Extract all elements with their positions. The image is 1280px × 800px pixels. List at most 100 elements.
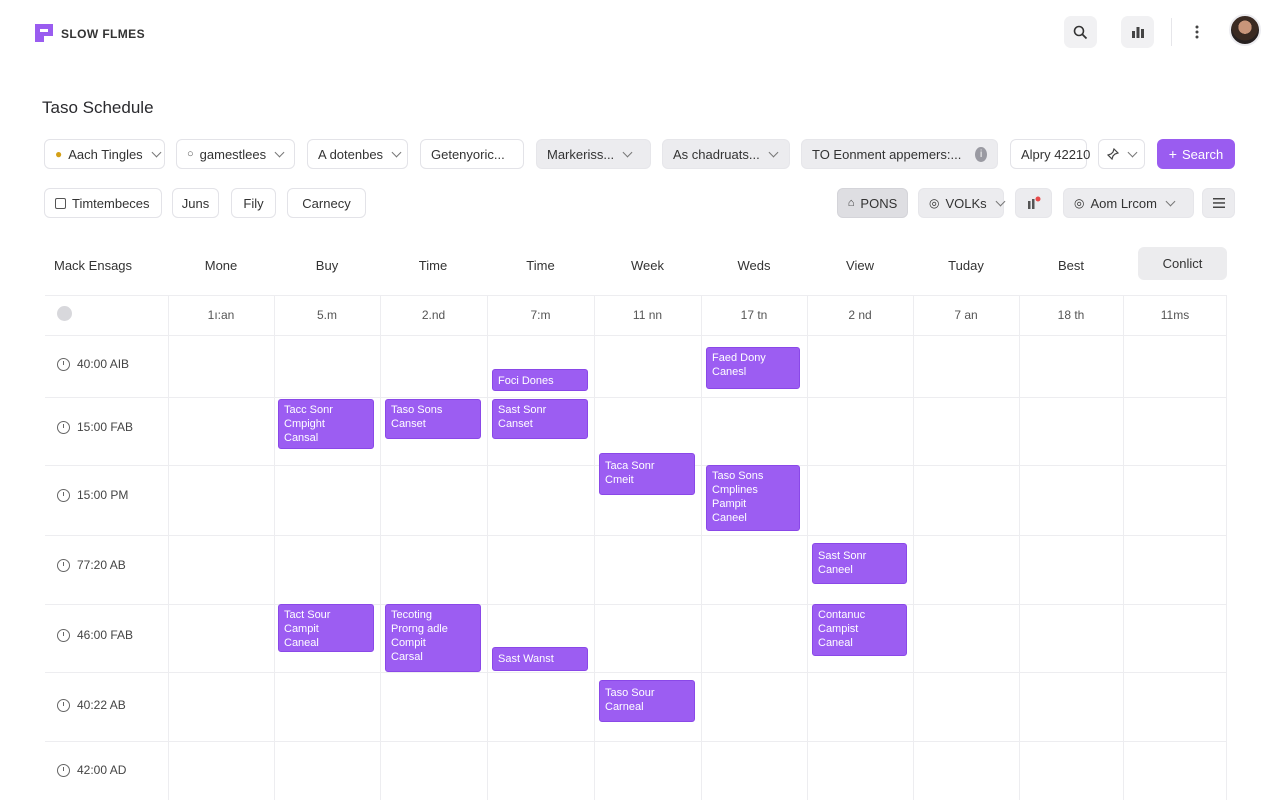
grid-subheader: 2.nd — [421, 308, 446, 322]
chip-fily-label: Fily — [243, 195, 264, 211]
chip-carnecy[interactable]: Carnecy — [287, 188, 366, 218]
event-block[interactable]: Taso Sour Carneal — [599, 680, 695, 722]
grid-subheader: 5.m — [316, 308, 337, 322]
chevron-down-icon — [1165, 196, 1176, 207]
time-slot-label: 15:00 FAB — [57, 420, 133, 434]
chevron-down-icon — [995, 196, 1006, 207]
event-block[interactable]: Tact Sour Campit Caneal — [278, 604, 374, 652]
filter-games-dropdown[interactable]: ○ gamestlees — [176, 139, 295, 169]
event-block[interactable]: Taso Sons Canset — [385, 399, 481, 439]
grid-line — [45, 672, 1227, 673]
clock-icon — [57, 763, 70, 777]
grid-line — [45, 741, 1227, 742]
grid-line — [45, 535, 1227, 536]
event-block[interactable]: Contanuc Campist Caneal — [812, 604, 907, 656]
info-icon[interactable]: i — [975, 146, 987, 162]
grid-header-day: Time — [418, 257, 448, 273]
toolbar-divider — [1171, 18, 1172, 46]
chevron-down-icon — [274, 147, 285, 158]
chip-carnecy-label: Carnecy — [302, 195, 351, 211]
volks-label: VOLKs — [945, 195, 987, 211]
chevron-down-icon — [1127, 147, 1138, 158]
filter-owner-label: Aach Tingles — [68, 146, 143, 162]
grid-header-day: Week — [631, 257, 664, 273]
app-logo-icon — [35, 24, 53, 42]
volks-dropdown[interactable]: ◎ VOLKs — [918, 188, 1006, 218]
clock-icon — [57, 558, 70, 572]
pons-toggle[interactable]: ⌂ PONS — [837, 188, 908, 218]
notifications-button[interactable] — [1015, 188, 1052, 218]
clock-icon — [57, 357, 70, 371]
room-dropdown[interactable]: ◎ Aom Lrcom — [1063, 188, 1194, 218]
grid-subheader: 7:m — [530, 308, 551, 322]
time-slot-label: 15:00 PM — [57, 488, 128, 502]
clock-icon — [57, 488, 70, 502]
grid-line — [45, 397, 1227, 398]
clock-icon — [57, 420, 70, 434]
chip-juns-label: Juns — [181, 195, 210, 211]
pin-dropdown[interactable] — [1098, 139, 1145, 169]
chevron-down-icon — [391, 147, 402, 158]
chip-juns[interactable]: Juns — [172, 188, 219, 218]
analytics-button[interactable] — [1121, 16, 1154, 48]
grid-subheader: 11 nn — [632, 308, 663, 322]
grid-header-day: Weds — [737, 257, 771, 273]
filter-chadruats-dropdown[interactable]: As chadruats... — [662, 139, 790, 169]
grid-subheader: 7 an — [954, 308, 978, 322]
user-avatar[interactable] — [1229, 14, 1261, 46]
grid-subheader: 1ı:an — [207, 308, 235, 322]
status-dot — [57, 306, 72, 321]
filter-dotenbes-dropdown[interactable]: A dotenbes — [307, 139, 408, 169]
filter-games-label: gamestlees — [199, 146, 267, 162]
filter-dotenbes-label: A dotenbes — [318, 146, 384, 162]
chip-fily[interactable]: Fily — [231, 188, 276, 218]
home-icon: ⌂ — [847, 197, 855, 209]
timtembeces-checkbox[interactable]: Timtembeces — [44, 188, 162, 218]
event-block[interactable]: Foci Dones — [492, 369, 588, 391]
filter-category-label: Getenyoric... — [431, 146, 505, 162]
grid-line — [1226, 295, 1227, 800]
target-icon: ◎ — [1074, 196, 1085, 210]
grid-subheader: 18 th — [1057, 308, 1085, 322]
event-block[interactable]: Faed Dony Canesl — [706, 347, 800, 389]
event-block[interactable]: Taso Sons Cmplines Pampit Caneel — [706, 465, 800, 531]
room-label: Aom Lrcom — [1090, 195, 1157, 211]
grid-header-day: Best — [1057, 257, 1084, 273]
time-slot-label: 46:00 FAB — [57, 628, 133, 642]
search-button-label: Search — [1181, 146, 1224, 162]
event-block[interactable]: Tacc Sonr Cmpight Cansal — [278, 399, 374, 449]
event-block[interactable]: Taca Sonr Cmeit — [599, 453, 695, 495]
grid-header-day: Tuday — [948, 257, 984, 273]
more-menu-button[interactable] — [1180, 16, 1213, 48]
filter-date-input[interactable]: Alpry 42210 — [1010, 139, 1090, 169]
hamburger-icon — [1212, 198, 1225, 208]
search-icon — [1073, 25, 1088, 39]
time-slot-label: 40:00 AIB — [57, 357, 129, 371]
grid-header-day: Buy — [315, 257, 339, 273]
filter-category-input[interactable]: Getenyoric... — [420, 139, 524, 169]
pons-label: PONS — [860, 195, 898, 211]
filter-markers-dropdown[interactable]: Markeriss... — [536, 139, 651, 169]
time-slot-label: 77:20 AB — [57, 558, 126, 572]
chevron-down-icon — [622, 147, 633, 158]
menu-button[interactable] — [1202, 188, 1235, 218]
time-slot-label: 40:22 AB — [57, 698, 126, 712]
filter-chadruats-label: As chadruats... — [673, 146, 760, 162]
grid-line — [701, 295, 702, 800]
event-block[interactable]: Sast Wanst — [492, 647, 588, 671]
chevron-down-icon — [151, 147, 162, 158]
grid-line — [807, 295, 808, 800]
grid-subheader: 11ms — [1160, 308, 1190, 322]
grid-line — [1123, 295, 1124, 800]
search-button[interactable] — [1064, 16, 1097, 48]
search-submit-button[interactable]: + Search — [1157, 139, 1235, 169]
event-block[interactable]: Sast Sonr Caneel — [812, 543, 907, 584]
conflict-button[interactable]: Conlict — [1138, 247, 1227, 280]
event-block[interactable]: Tecoting Prorng adle Compit Carsal — [385, 604, 481, 672]
filter-environment-label: TO Eonment appemers:... — [812, 146, 962, 162]
filter-owner-dropdown[interactable]: ● Aach Tingles — [44, 139, 165, 169]
filter-environment-input[interactable]: TO Eonment appemers:... i — [801, 139, 998, 169]
grid-line — [594, 295, 595, 800]
grid-line — [1019, 295, 1020, 800]
event-block[interactable]: Sast Sonr Canset — [492, 399, 588, 439]
